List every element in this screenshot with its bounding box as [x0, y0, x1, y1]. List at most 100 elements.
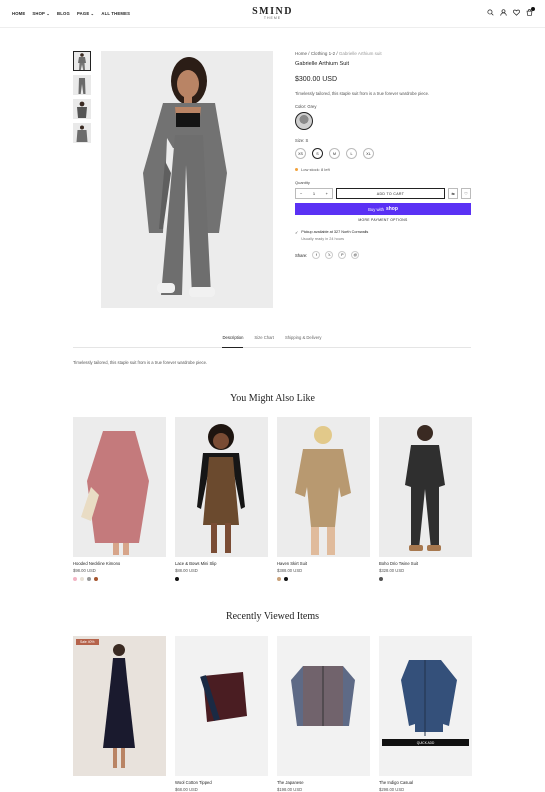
- color-dot[interactable]: [175, 577, 179, 581]
- product-card-image[interactable]: [175, 417, 268, 557]
- color-options: [175, 577, 268, 581]
- x-icon[interactable]: 𝕏: [325, 251, 334, 259]
- tab-shipping-delivery[interactable]: Shipping & Delivery: [285, 333, 322, 347]
- site-logo-sub: THEME: [263, 16, 282, 20]
- account-icon[interactable]: [500, 9, 507, 16]
- product-card-image[interactable]: [277, 636, 370, 776]
- product-card-name[interactable]: Haven Skirt Suit: [277, 561, 370, 566]
- size-option-s[interactable]: S: [312, 148, 323, 159]
- stock-status: Low stock: 8 left: [295, 167, 471, 172]
- quantity-value[interactable]: 1: [313, 191, 315, 196]
- wishlist-button[interactable]: ♡: [461, 188, 471, 199]
- product-card-name[interactable]: Boho Drio Twine Suit: [379, 561, 472, 566]
- product-card-price: $68.00 USD: [175, 787, 198, 792]
- wishlist-icon[interactable]: [513, 9, 520, 16]
- product-card-price: $88.00 USD: [175, 568, 198, 573]
- thumbnail-2[interactable]: [73, 75, 91, 95]
- product-card-price: $328.00 USD: [379, 568, 405, 573]
- heart-icon: ♡: [464, 191, 468, 196]
- recent-title: Recently Viewed Items: [225, 611, 320, 622]
- color-dot[interactable]: [94, 577, 98, 581]
- color-dot[interactable]: [73, 577, 77, 581]
- product-card[interactable]: Wool Cotton Tipped $68.00 USD: [175, 636, 268, 792]
- cart-icon[interactable]: [526, 7, 535, 16]
- product-card-name[interactable]: Lace & Bows Mini Slip: [175, 561, 268, 566]
- thumbnail-4[interactable]: [73, 123, 91, 143]
- search-icon[interactable]: [487, 9, 494, 16]
- buy-with-shop-button[interactable]: Buy with shop: [295, 203, 471, 215]
- product-main-image[interactable]: [101, 51, 273, 308]
- cart-count-badge: [531, 7, 535, 11]
- color-swatch-grey[interactable]: [295, 112, 313, 130]
- compare-button[interactable]: ⇆: [448, 188, 458, 199]
- thumbnail-1[interactable]: [73, 51, 91, 71]
- product-card-name[interactable]: Hooded Neckline Kimono: [73, 561, 166, 566]
- product-title: Gabrielle Arthium Suit: [295, 61, 350, 67]
- product-card[interactable]: Haven Skirt Suit $388.00 USD: [277, 417, 370, 581]
- recent-products: Sale 40% Wool Cotton Tipped $68.00 USD T…: [73, 636, 472, 792]
- color-dot[interactable]: [80, 577, 84, 581]
- color-options: [277, 577, 370, 581]
- thumbnail-list: [73, 51, 91, 143]
- breadcrumb-separator: /: [308, 51, 310, 56]
- share-label: Share:: [295, 252, 308, 258]
- decrease-quantity-button[interactable]: −: [300, 191, 302, 196]
- size-options: XS S M L XL: [295, 148, 471, 159]
- breadcrumb-home[interactable]: Home: [295, 51, 307, 56]
- related-title: You Might Also Like: [230, 393, 315, 404]
- color-options: [379, 577, 472, 581]
- product-price: $300.00 USD: [295, 76, 338, 83]
- size-option-m[interactable]: M: [329, 148, 340, 159]
- color-dot[interactable]: [284, 577, 288, 581]
- model-illustration: [143, 57, 227, 297]
- stock-text: Low stock: 8 left: [301, 167, 330, 172]
- shop-brand: shop: [385, 206, 398, 212]
- product-card-image[interactable]: [175, 636, 268, 776]
- more-payment-options-link[interactable]: MORE PAYMENT OPTIONS: [295, 218, 471, 222]
- size-option-xl[interactable]: XL: [363, 148, 374, 159]
- product-card-price: $198.00 USD: [277, 787, 303, 792]
- product-card[interactable]: Hooded Neckline Kimono $98.00 USD: [73, 417, 166, 581]
- color-dot[interactable]: [87, 577, 91, 581]
- product-card[interactable]: Lace & Bows Mini Slip $88.00 USD: [175, 417, 268, 581]
- size-label: Size: S: [295, 138, 309, 143]
- buy-with-label: Buy with: [368, 206, 384, 212]
- color-label: Color: Grey: [295, 104, 317, 109]
- product-card[interactable]: The Japanese $198.00 USD: [277, 636, 370, 792]
- product-card-image[interactable]: [73, 417, 166, 557]
- thumbnail-3[interactable]: [73, 99, 91, 119]
- product-card-name[interactable]: The Japanese: [277, 780, 370, 785]
- pinterest-icon[interactable]: P: [338, 251, 347, 259]
- tab-description[interactable]: Description: [222, 333, 244, 348]
- email-icon[interactable]: @: [351, 251, 360, 259]
- product-card-image[interactable]: Sale 40%: [73, 636, 166, 776]
- color-options: [73, 577, 166, 581]
- product-card[interactable]: Boho Drio Twine Suit $328.00 USD: [379, 417, 472, 581]
- product-card-image[interactable]: QUICK ADD: [379, 636, 472, 776]
- tab-size-chart[interactable]: Size Chart: [254, 333, 274, 347]
- share-row: Share: f 𝕏 P @: [295, 251, 471, 259]
- product-card[interactable]: QUICK ADD The Indigo Casual $298.00 USD: [379, 636, 472, 792]
- color-dot[interactable]: [277, 577, 281, 581]
- site-header: HOME SHOP ⌄ BLOG PAGE ⌄ ALL THEMES SMIND…: [0, 0, 545, 28]
- check-icon: ✓: [295, 231, 299, 235]
- product-card-image[interactable]: [379, 417, 472, 557]
- header-icons: [487, 7, 535, 16]
- add-to-cart-button[interactable]: ADD TO CART: [336, 188, 445, 199]
- increase-quantity-button[interactable]: +: [326, 191, 328, 196]
- product-card-image[interactable]: [277, 417, 370, 557]
- quick-add-button[interactable]: QUICK ADD: [382, 739, 469, 746]
- breadcrumb-current: Gabrielle Arthium suit: [338, 51, 382, 56]
- size-option-l[interactable]: L: [346, 148, 357, 159]
- breadcrumb-category[interactable]: Clothing 1-2: [311, 51, 335, 56]
- product-card-name[interactable]: The Indigo Casual: [379, 780, 472, 785]
- product-description: Timelessly tailored, this staple suit fr…: [295, 91, 430, 96]
- product-card-name[interactable]: Wool Cotton Tipped: [175, 780, 268, 785]
- quantity-stepper: − 1 +: [295, 188, 333, 199]
- size-option-xs[interactable]: XS: [295, 148, 306, 159]
- facebook-icon[interactable]: f: [312, 251, 321, 259]
- product-card-price: $298.00 USD: [379, 787, 405, 792]
- product-card-price: $388.00 USD: [277, 568, 303, 573]
- color-dot[interactable]: [379, 577, 383, 581]
- product-card[interactable]: Sale 40%: [73, 636, 166, 792]
